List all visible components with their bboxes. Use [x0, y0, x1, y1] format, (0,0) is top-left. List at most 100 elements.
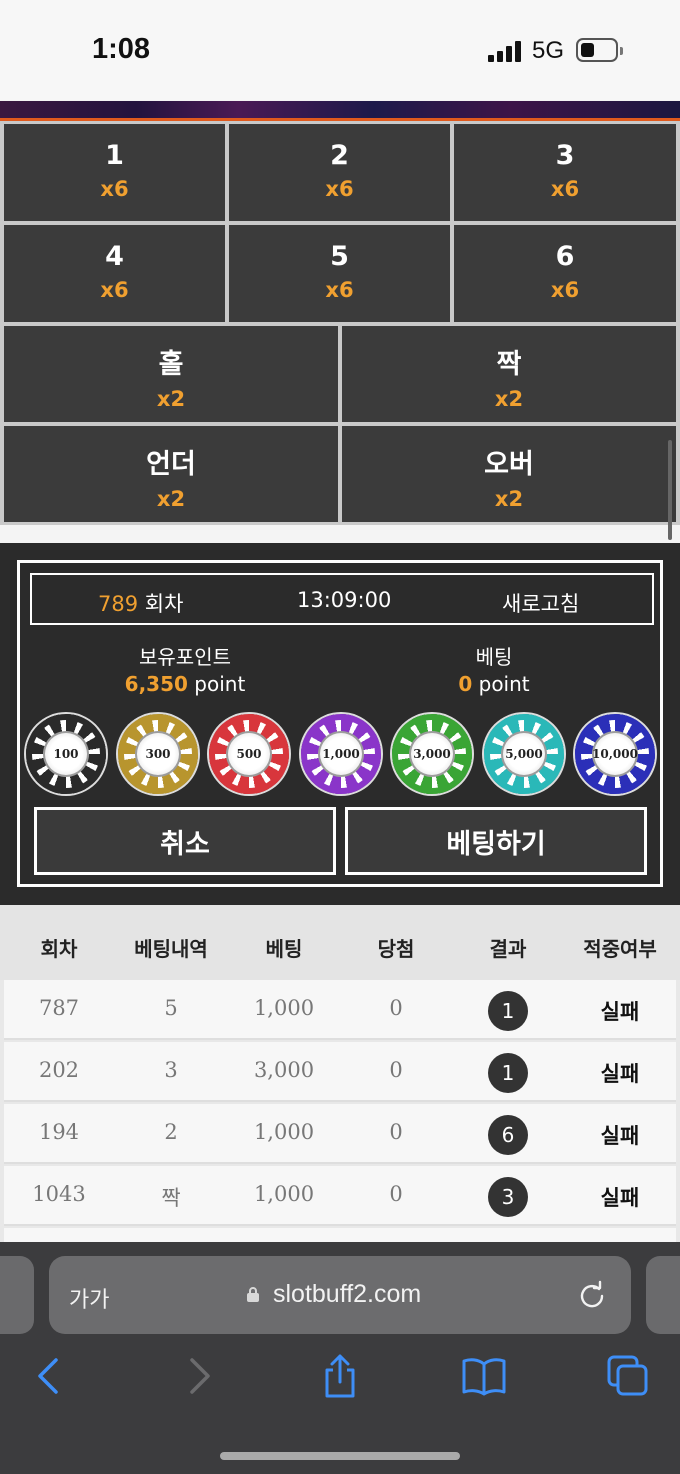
bet-cell-1[interactable]: 1 x6 [4, 124, 225, 221]
bet-cell-label: 짝 [496, 349, 522, 380]
cell-status: 실패 [600, 1062, 640, 1086]
bet-cell-odds: x6 [550, 177, 580, 201]
cell-round: 1043 [32, 1182, 86, 1206]
previous-tab-preview[interactable] [0, 1256, 34, 1334]
game-banner [0, 101, 680, 121]
battery-icon [576, 38, 623, 62]
chip-300[interactable]: 300 [118, 714, 198, 794]
cell-choice: 짝 [161, 1186, 181, 1210]
chip-label: 100 [43, 731, 89, 777]
chip-10000[interactable]: 10,000 [575, 714, 655, 794]
text-size-button[interactable]: 가가 [69, 1282, 109, 1314]
bet-amount: 0 [458, 672, 473, 696]
betting-panel-frame: 789 회차 13:09:00 새로고침 보유포인트 6,350 point 베… [17, 560, 663, 887]
bet-cell-under[interactable]: 언더 x2 [4, 426, 338, 522]
share-icon[interactable] [316, 1352, 364, 1400]
points-amount: 6,350 [124, 672, 188, 696]
chip-3000[interactable]: 3,000 [392, 714, 472, 794]
bet-cell-label: 홀 [158, 349, 184, 380]
points-unit: point [194, 672, 246, 696]
bet-cell-over[interactable]: 오버 x2 [342, 426, 676, 522]
bet-unit: point [478, 672, 530, 696]
bet-cell-label: 2 [330, 140, 349, 171]
cell-win: 0 [389, 1058, 403, 1082]
place-bet-button[interactable]: 베팅하기 [345, 807, 647, 875]
chip-100[interactable]: 100 [26, 714, 106, 794]
bet-grid: 1 x6 2 x6 3 x6 4 x6 5 x6 6 x6 홀 x2 짝 x2 … [0, 121, 680, 525]
cell-status: 실패 [600, 1000, 640, 1024]
tabs-icon[interactable] [604, 1352, 652, 1400]
status-bar: 1:08 5G [0, 0, 680, 100]
bet-cell-label: 6 [555, 241, 575, 272]
chip-label: 3,000 [409, 731, 455, 777]
bet-cell-label: 1 [105, 140, 124, 171]
cell-win: 0 [389, 1182, 403, 1206]
column-header: 회차 [40, 937, 78, 961]
bet-cell-even[interactable]: 짝 x2 [342, 326, 676, 422]
result-ball: 1 [488, 991, 528, 1031]
scrollbar[interactable] [668, 440, 672, 540]
bet-cell-odds: x2 [156, 487, 186, 511]
bet-cell-2[interactable]: 2 x6 [229, 124, 450, 221]
bet-cell-odds: x6 [325, 278, 354, 302]
bet-cell-label: 언더 [146, 449, 196, 480]
bet-cell-3[interactable]: 3 x6 [454, 124, 676, 221]
round-clock: 13:09:00 [297, 588, 392, 612]
bookmarks-icon[interactable] [460, 1352, 508, 1400]
cell-bet: 3,000 [253, 1058, 315, 1082]
bet-cell-odd[interactable]: 홀 x2 [4, 326, 338, 422]
bet-cell-label: 오버 [484, 449, 534, 480]
round-number: 789 [98, 592, 139, 616]
chip-1000[interactable]: 1,000 [301, 714, 381, 794]
table-row: 194 2 1,000 0 6 실패 [4, 1104, 676, 1164]
bet-cell-4[interactable]: 4 x6 [4, 225, 225, 322]
cancel-button[interactable]: 취소 [34, 807, 336, 875]
browser-toolbar: 가가 slotbuff2.com [0, 1242, 680, 1474]
bet-label: 베팅 [475, 645, 513, 669]
result-ball: 1 [488, 1053, 528, 1093]
address-bar[interactable]: 가가 slotbuff2.com [49, 1256, 631, 1334]
status-time: 1:08 [92, 33, 151, 65]
chip-label: 1,000 [318, 731, 364, 777]
round-indicator: 789 회차 [98, 588, 183, 618]
forward-icon[interactable] [174, 1352, 222, 1400]
chip-5000[interactable]: 5,000 [484, 714, 564, 794]
chip-500[interactable]: 500 [209, 714, 289, 794]
table-header: 회차 베팅내역 베팅 당첨 결과 적중여부 [0, 905, 680, 980]
bet-value: 0 point [374, 672, 614, 696]
chip-label: 300 [135, 731, 181, 777]
cell-bet: 1,000 [253, 1120, 315, 1144]
chip-label: 10,000 [592, 731, 638, 777]
bet-cell-odds: x6 [100, 177, 129, 201]
cell-choice: 3 [164, 1058, 178, 1082]
table-row: 1043 짝 1,000 0 3 실패 [4, 1166, 676, 1226]
reload-icon[interactable] [577, 1280, 607, 1310]
column-header: 결과 [489, 937, 527, 961]
next-tab-preview[interactable] [646, 1256, 680, 1334]
chip-label: 5,000 [501, 731, 547, 777]
bet-cell-label: 4 [105, 241, 124, 272]
column-header: 적중여부 [583, 937, 657, 961]
bet-cell-5[interactable]: 5 x6 [229, 225, 450, 322]
column-header: 베팅내역 [134, 937, 208, 961]
cell-win: 0 [389, 996, 403, 1020]
bet-cell-6[interactable]: 6 x6 [454, 225, 676, 322]
column-header: 베팅 [265, 937, 303, 961]
table-row: 202 3 3,000 0 1 실패 [4, 1042, 676, 1102]
cell-win: 0 [389, 1120, 403, 1144]
back-icon[interactable] [26, 1352, 74, 1400]
refresh-button[interactable]: 새로고침 [502, 588, 579, 618]
bet-cell-odds: x2 [156, 387, 186, 411]
bet-cell-odds: x6 [550, 278, 580, 302]
bet-cell-odds: x2 [494, 487, 524, 511]
lock-icon [247, 1287, 259, 1302]
bet-cell-odds: x6 [100, 278, 129, 302]
cell-status: 실패 [600, 1124, 640, 1148]
bet-cell-odds: x6 [325, 177, 354, 201]
home-indicator[interactable] [220, 1452, 460, 1460]
cell-bet: 1,000 [253, 1182, 315, 1206]
url-text: slotbuff2.com [273, 1280, 422, 1308]
bet-cell-label: 3 [555, 140, 575, 171]
cell-choice: 5 [164, 996, 178, 1020]
round-info-bar: 789 회차 13:09:00 새로고침 [30, 573, 654, 625]
